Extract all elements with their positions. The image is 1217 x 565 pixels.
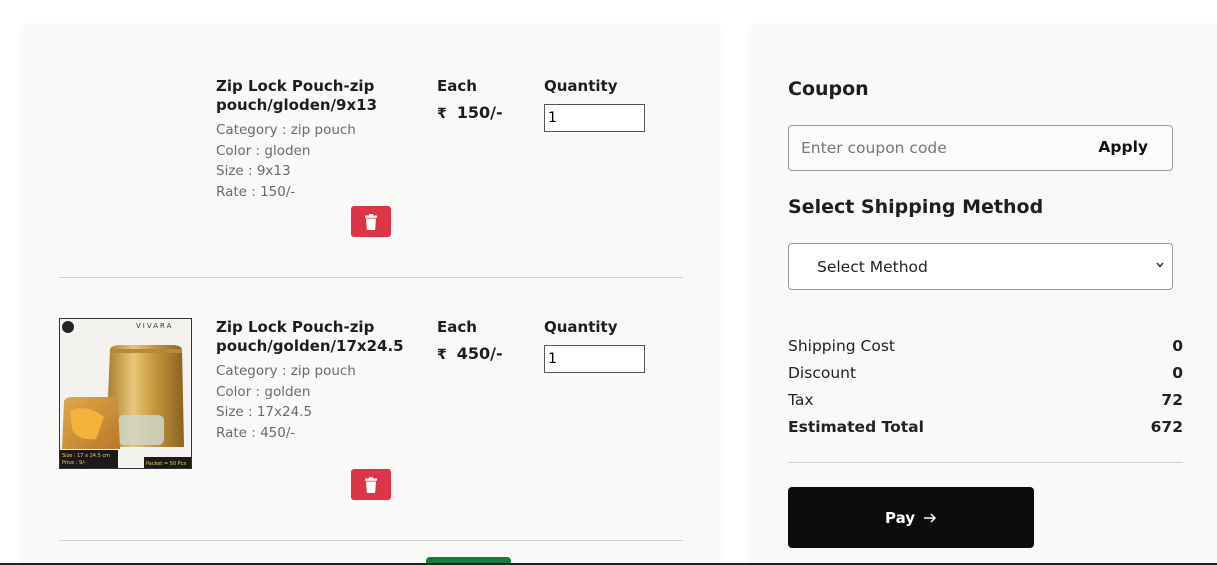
- each-label: Each: [437, 318, 477, 336]
- item-details: Category : zip pouch Color : golden Size…: [216, 361, 356, 444]
- trash-icon: [365, 213, 377, 230]
- delete-item-button[interactable]: [351, 469, 391, 500]
- item-name[interactable]: Zip Lock Pouch-zip pouch/gloden/9x13: [216, 77, 416, 115]
- pay-button[interactable]: Pay: [788, 487, 1034, 548]
- trash-icon: [365, 476, 377, 493]
- item-category: Category : zip pouch: [216, 363, 356, 379]
- item-color: Color : golden: [216, 383, 311, 400]
- discount-label: Discount: [788, 364, 857, 382]
- item-rate: Rate : 150/-: [216, 184, 296, 201]
- quantity-label: Quantity: [544, 77, 618, 95]
- item-rate: Rate : 450/-: [216, 425, 296, 442]
- cart-panel: Zip Lock Pouch-zip pouch/gloden/9x13 Cat…: [22, 25, 720, 565]
- item-category: Category : zip pouch: [216, 122, 356, 138]
- shipping-cost-label: Shipping Cost: [788, 337, 896, 355]
- apply-coupon-button[interactable]: Apply: [1098, 138, 1148, 156]
- discount-value: 0: [1172, 364, 1183, 382]
- quantity-input[interactable]: [544, 104, 645, 132]
- arrow-right-icon: [924, 512, 937, 523]
- item-price: ₹150/-: [437, 103, 503, 122]
- rupee-icon: ₹: [437, 106, 447, 122]
- item-details: Category : zip pouch Color : gloden Size…: [216, 120, 356, 203]
- cart-item: VIVARA Size : 17 x 24.5 cm Price : 9/- P…: [22, 278, 720, 541]
- svg-text:Packet = 50 Pcs: Packet = 50 Pcs: [146, 461, 186, 467]
- item-price-value: 150/-: [456, 103, 503, 122]
- estimated-total-label: Estimated Total: [788, 418, 924, 436]
- item-size: Size : 9x13: [216, 163, 291, 180]
- item-color: Color : gloden: [216, 142, 311, 159]
- item-size: Size : 17x24.5: [216, 404, 313, 421]
- brand-logo-text: VIVARA: [136, 322, 173, 330]
- item-price-value: 450/-: [456, 344, 503, 363]
- rupee-icon: ₹: [437, 347, 447, 363]
- product-image[interactable]: VIVARA Size : 17 x 24.5 cm Price : 9/- P…: [59, 318, 192, 469]
- summary-divider: [788, 462, 1183, 463]
- shipping-select-value: Select Method: [817, 257, 928, 276]
- estimated-total-value: 672: [1150, 418, 1183, 436]
- quantity-label: Quantity: [544, 318, 618, 336]
- tax-value: 72: [1161, 391, 1183, 409]
- item-name[interactable]: Zip Lock Pouch-zip pouch/golden/17x24.5: [216, 318, 416, 356]
- svg-text:Price : 9/-: Price : 9/-: [62, 460, 86, 466]
- quantity-input[interactable]: [544, 345, 645, 373]
- shipping-method-select[interactable]: Select Method: [788, 243, 1173, 290]
- order-summary-panel: Coupon Apply Select Shipping Method Sele…: [750, 25, 1217, 565]
- item-price: ₹450/-: [437, 344, 503, 363]
- chevron-down-icon: [1156, 262, 1164, 268]
- tax-label: Tax: [788, 391, 814, 409]
- delete-item-button[interactable]: [351, 206, 391, 237]
- svg-text:Size : 17 x 24.5 cm: Size : 17 x 24.5 cm: [62, 453, 110, 459]
- coupon-input[interactable]: [801, 134, 1071, 162]
- shipping-cost-value: 0: [1172, 337, 1183, 355]
- pay-label: Pay: [884, 508, 916, 527]
- each-label: Each: [437, 77, 477, 95]
- coupon-field: Apply: [788, 125, 1173, 171]
- item-divider: [59, 540, 683, 541]
- coupon-title: Coupon: [788, 78, 869, 100]
- shipping-method-title: Select Shipping Method: [788, 196, 1044, 218]
- cart-item: Zip Lock Pouch-zip pouch/gloden/9x13 Cat…: [22, 25, 720, 278]
